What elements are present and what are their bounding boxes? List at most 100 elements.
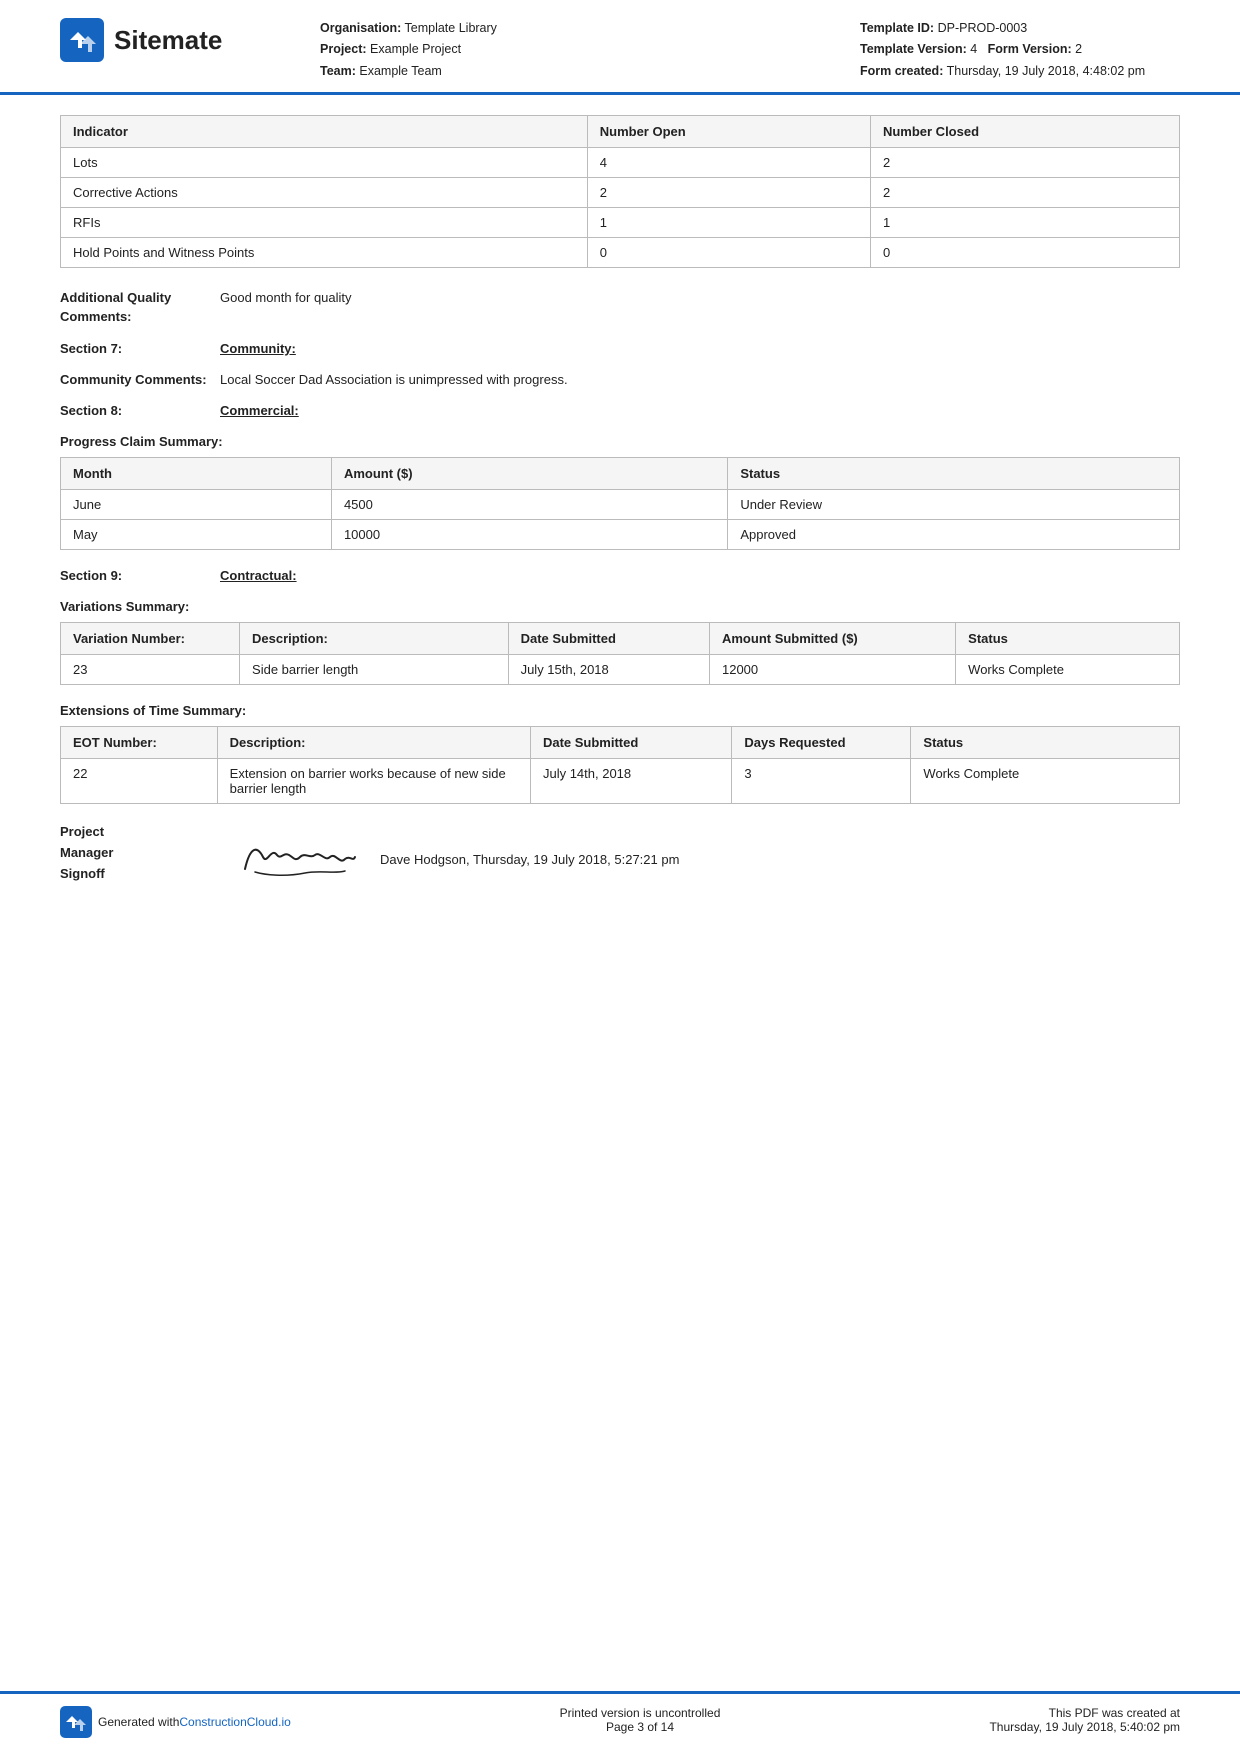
var-number-cell: 23	[61, 655, 240, 685]
table-row: 22 Extension on barrier works because of…	[61, 759, 1180, 804]
table-row: Lots 4 2	[61, 147, 1180, 177]
status-cell: Approved	[728, 520, 1180, 550]
eot-status-header: Status	[911, 727, 1180, 759]
section7-title: Community:	[220, 341, 296, 356]
header-meta-center: Organisation: Template Library Project: …	[320, 18, 860, 82]
amount-cell: 4500	[331, 490, 727, 520]
sitemate-logo-icon	[60, 18, 104, 62]
template-id-value: DP-PROD-0003	[938, 21, 1028, 35]
closed-cell: 1	[870, 207, 1179, 237]
section9-number: Section 9:	[60, 568, 220, 583]
var-status-cell: Works Complete	[956, 655, 1180, 685]
table-row: 23 Side barrier length July 15th, 2018 1…	[61, 655, 1180, 685]
footer-pdf-created-value: Thursday, 19 July 2018, 5:40:02 pm	[900, 1720, 1180, 1734]
progress-claim-table: Month Amount ($) Status June 4500 Under …	[60, 457, 1180, 550]
template-id-label: Template ID:	[860, 21, 934, 35]
section9-title: Contractual:	[220, 568, 297, 583]
footer-logo-row: Generated with ConstructionCloud.io	[60, 1706, 380, 1738]
footer-right: This PDF was created at Thursday, 19 Jul…	[900, 1706, 1180, 1734]
status-cell: Under Review	[728, 490, 1180, 520]
indicator-table: Indicator Number Open Number Closed Lots…	[60, 115, 1180, 268]
eot-table: EOT Number: Description: Date Submitted …	[60, 726, 1180, 804]
var-status-header: Status	[956, 623, 1180, 655]
amount-cell: 10000	[331, 520, 727, 550]
eot-date-cell: July 14th, 2018	[530, 759, 731, 804]
indicator-cell: Hold Points and Witness Points	[61, 237, 588, 267]
section8-title: Commercial:	[220, 403, 299, 418]
indicator-cell: RFIs	[61, 207, 588, 237]
template-version-value: 4	[970, 42, 977, 56]
var-number-header: Variation Number:	[61, 623, 240, 655]
footer-page: Page 3 of 14	[380, 1720, 900, 1734]
logo-text: Sitemate	[114, 25, 222, 56]
indicator-cell: Corrective Actions	[61, 177, 588, 207]
signature-image	[220, 822, 380, 892]
var-amount-header: Amount Submitted ($)	[709, 623, 955, 655]
table-row: May 10000 Approved	[61, 520, 1180, 550]
team-value: Example Team	[359, 64, 441, 78]
footer-logo-icon	[60, 1706, 92, 1738]
template-version-label: Template Version:	[860, 42, 967, 56]
table-row: June 4500 Under Review	[61, 490, 1180, 520]
sig-label-line3: Signoff	[60, 866, 105, 881]
section7-heading: Section 7: Community:	[60, 341, 1180, 356]
team-row: Team: Example Team	[320, 61, 860, 82]
closed-cell: 2	[870, 147, 1179, 177]
table-row: Hold Points and Witness Points 0 0	[61, 237, 1180, 267]
eot-heading: Extensions of Time Summary:	[60, 703, 1180, 718]
section9-heading: Section 9: Contractual:	[60, 568, 1180, 583]
closed-cell: 2	[870, 177, 1179, 207]
section7-number: Section 7:	[60, 341, 220, 356]
template-version-row: Template Version: 4 Form Version: 2	[860, 39, 1180, 60]
eot-days-header: Days Requested	[732, 727, 911, 759]
form-created-label: Form created:	[860, 64, 943, 78]
eot-number-cell: 22	[61, 759, 218, 804]
number-open-col-header: Number Open	[587, 115, 870, 147]
signature-label: Project Manager Signoff	[60, 822, 220, 884]
main-content: Indicator Number Open Number Closed Lots…	[0, 95, 1240, 1691]
form-version-label: Form Version:	[988, 42, 1072, 56]
indicator-col-header: Indicator	[61, 115, 588, 147]
eot-description-header: Description:	[217, 727, 530, 759]
open-cell: 2	[587, 177, 870, 207]
sig-label-line2: Manager	[60, 845, 113, 860]
table-row: RFIs 1 1	[61, 207, 1180, 237]
var-amount-cell: 12000	[709, 655, 955, 685]
var-description-cell: Side barrier length	[240, 655, 509, 685]
footer-link[interactable]: ConstructionCloud.io	[179, 1715, 290, 1729]
status-col-header: Status	[728, 458, 1180, 490]
org-value: Template Library	[405, 21, 497, 35]
table-row: Corrective Actions 2 2	[61, 177, 1180, 207]
additional-quality-value: Good month for quality	[220, 288, 1180, 308]
month-cell: May	[61, 520, 332, 550]
page: Sitemate Organisation: Template Library …	[0, 0, 1240, 1754]
project-label: Project:	[320, 42, 367, 56]
template-id-row: Template ID: DP-PROD-0003	[860, 18, 1180, 39]
progress-claim-heading: Progress Claim Summary:	[60, 434, 1180, 449]
open-cell: 4	[587, 147, 870, 177]
header-meta-right: Template ID: DP-PROD-0003 Template Versi…	[860, 18, 1180, 82]
eot-status-cell: Works Complete	[911, 759, 1180, 804]
community-comments-label: Community Comments:	[60, 370, 220, 390]
page-footer: Generated with ConstructionCloud.io Prin…	[0, 1691, 1240, 1754]
footer-center: Printed version is uncontrolled Page 3 o…	[380, 1706, 900, 1734]
org-row: Organisation: Template Library	[320, 18, 860, 39]
footer-pdf-created-label: This PDF was created at	[900, 1706, 1180, 1720]
project-row: Project: Example Project	[320, 39, 860, 60]
form-created-row: Form created: Thursday, 19 July 2018, 4:…	[860, 61, 1180, 82]
team-label: Team:	[320, 64, 356, 78]
month-cell: June	[61, 490, 332, 520]
eot-date-header: Date Submitted	[530, 727, 731, 759]
indicator-cell: Lots	[61, 147, 588, 177]
signature-area: Project Manager Signoff Dave Hodgson, Th…	[60, 822, 1180, 892]
var-date-header: Date Submitted	[508, 623, 709, 655]
form-created-value: Thursday, 19 July 2018, 4:48:02 pm	[947, 64, 1146, 78]
additional-quality-row: Additional Quality Comments: Good month …	[60, 288, 1180, 327]
variations-table: Variation Number: Description: Date Subm…	[60, 622, 1180, 685]
page-header: Sitemate Organisation: Template Library …	[0, 0, 1240, 95]
closed-cell: 0	[870, 237, 1179, 267]
org-label: Organisation:	[320, 21, 401, 35]
project-value: Example Project	[370, 42, 461, 56]
section8-heading: Section 8: Commercial:	[60, 403, 1180, 418]
eot-number-header: EOT Number:	[61, 727, 218, 759]
